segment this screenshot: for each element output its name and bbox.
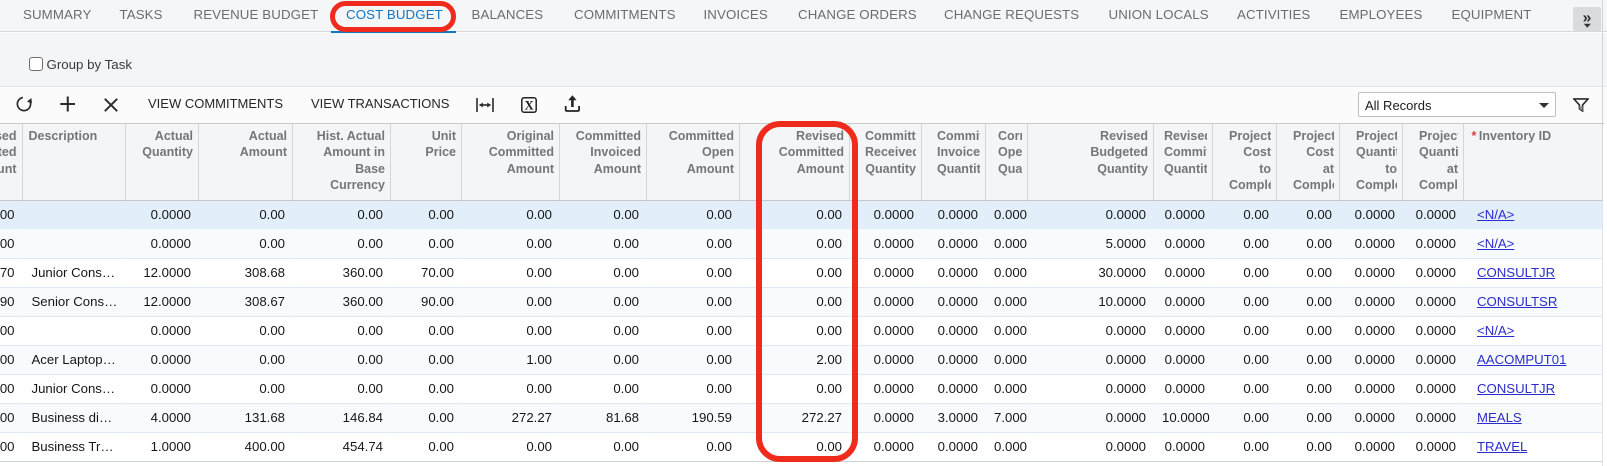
svg-text:X: X (525, 98, 534, 112)
